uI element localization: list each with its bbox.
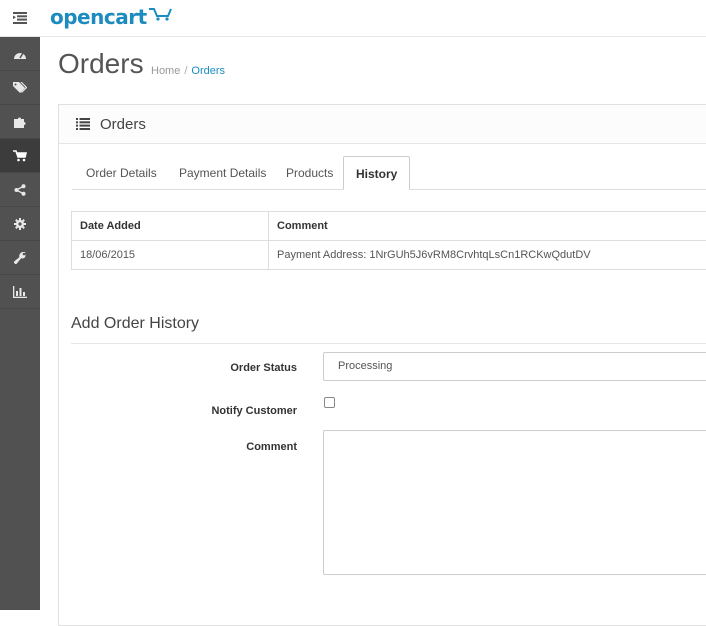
opencart-logo[interactable]: opencart [50, 5, 174, 29]
gear-icon [14, 218, 26, 230]
table-row: 18/06/2015 Payment Address: 1NrGUh5J6vRM… [72, 241, 706, 270]
tab-payment-details[interactable]: Payment Details [179, 156, 266, 189]
shopping-cart-icon [13, 150, 27, 162]
sidebar-item-sales[interactable] [0, 139, 40, 173]
top-header: opencart [0, 0, 706, 37]
cell-date-added: 18/06/2015 [72, 241, 269, 270]
panel-title: Orders [100, 116, 146, 133]
order-status-select[interactable]: Processing [323, 352, 706, 381]
column-header-date-added: Date Added [72, 212, 269, 241]
sidebar-item-dashboard[interactable] [0, 37, 40, 71]
logo-text: opencart [50, 5, 147, 29]
add-order-history-heading: Add Order History [71, 315, 706, 344]
notify-customer-label: Notify Customer [97, 405, 297, 417]
breadcrumb: Home / Orders [151, 65, 225, 77]
logo-cart-icon [148, 7, 174, 21]
sidebar-item-system[interactable] [0, 207, 40, 241]
tab-order-details[interactable]: Order Details [86, 156, 157, 189]
order-tabs: Order Details Payment Details Products H… [72, 156, 706, 190]
sidebar-item-tools[interactable] [0, 241, 40, 275]
sidebar-item-reports[interactable] [0, 275, 40, 309]
tab-products[interactable]: Products [286, 156, 333, 189]
puzzle-icon [14, 116, 26, 128]
tab-history[interactable]: History [343, 156, 410, 190]
breadcrumb-home-link[interactable]: Home [151, 65, 180, 77]
comment-label: Comment [97, 441, 297, 453]
page-title: Orders [58, 48, 144, 80]
share-icon [14, 184, 26, 196]
table-header-row: Date Added Comment [72, 212, 706, 241]
column-header-comment: Comment [269, 212, 706, 241]
comment-textarea[interactable] [323, 430, 706, 575]
sidebar-item-catalog[interactable] [0, 71, 40, 105]
notify-customer-checkbox[interactable] [324, 397, 335, 408]
history-table: Date Added Comment 18/06/2015 Payment Ad… [71, 211, 706, 270]
wrench-icon [14, 252, 26, 264]
breadcrumb-separator: / [184, 65, 187, 77]
orders-panel: Orders Order Details Payment Details Pro… [58, 104, 706, 626]
dashboard-icon [13, 48, 27, 60]
list-icon [76, 118, 90, 130]
sidebar-nav [0, 37, 40, 610]
order-status-label: Order Status [97, 362, 297, 374]
menu-icon [13, 12, 27, 24]
panel-heading: Orders [59, 105, 706, 144]
menu-toggle-button[interactable] [0, 0, 40, 36]
tags-icon [13, 82, 27, 94]
breadcrumb-orders-link[interactable]: Orders [191, 65, 225, 77]
cell-comment: Payment Address: 1NrGUh5J6vRM8CrvhtqLsCn… [269, 241, 706, 270]
sidebar-item-marketing[interactable] [0, 173, 40, 207]
bar-chart-icon [13, 286, 27, 298]
sidebar-item-extensions[interactable] [0, 105, 40, 139]
